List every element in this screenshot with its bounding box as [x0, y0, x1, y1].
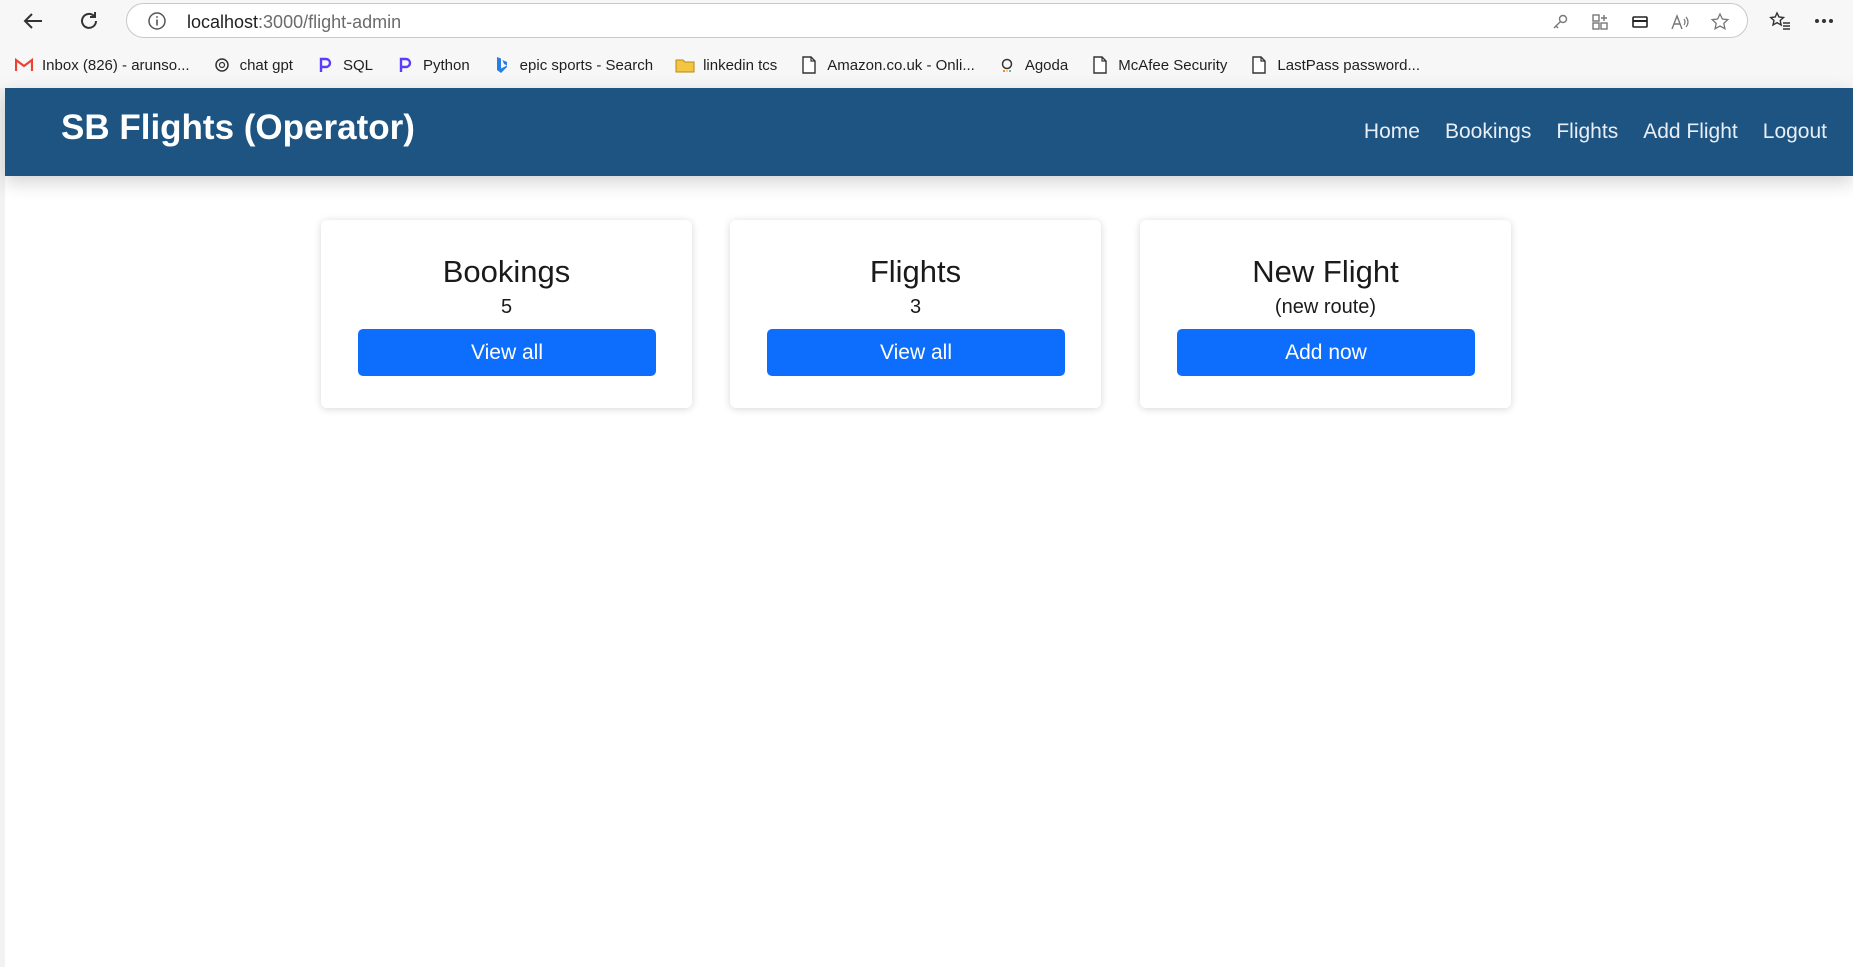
key-icon[interactable] — [1547, 9, 1573, 35]
read-aloud-icon[interactable] — [1667, 9, 1693, 35]
bookmark-label: linkedin tcs — [703, 56, 778, 74]
nav-logout[interactable]: Logout — [1763, 120, 1827, 144]
url-host: localhost — [187, 12, 259, 32]
window-edge — [0, 88, 5, 967]
bookmark-label: Python — [422, 56, 470, 74]
navbar: SB Flights (Operator) Home Bookings Flig… — [5, 88, 1853, 176]
bookmark-item[interactable]: Inbox (826) - arunso... — [14, 55, 190, 75]
flights-card: Flights 3 View all — [730, 220, 1101, 408]
nav-home[interactable]: Home — [1364, 120, 1420, 144]
openai-icon — [212, 55, 232, 75]
bookmark-label: chat gpt — [239, 56, 293, 74]
add-now-button[interactable]: Add now — [1177, 329, 1475, 376]
back-arrow-icon[interactable] — [18, 6, 48, 36]
refresh-icon[interactable] — [74, 6, 104, 36]
page-icon — [1090, 55, 1110, 75]
address-bar[interactable]: localhost:3000/flight-admin — [126, 3, 1748, 38]
browser-toolbar: localhost:3000/flight-admin — [0, 0, 1853, 42]
bookmark-item[interactable]: McAfee Security — [1090, 55, 1227, 75]
bookmark-item[interactable]: Amazon.co.uk - Onli... — [799, 55, 975, 75]
bookmark-label: LastPass password... — [1277, 56, 1420, 74]
url-path: :3000/flight-admin — [258, 12, 402, 32]
favorites-icon[interactable] — [1765, 6, 1795, 36]
card-icon[interactable] — [1627, 9, 1653, 35]
bookmark-label: Inbox (826) - arunso... — [42, 56, 190, 74]
info-icon[interactable] — [147, 11, 167, 36]
folder-icon — [675, 55, 695, 75]
url-text: localhost:3000/flight-admin — [187, 12, 401, 33]
p-logo-icon — [395, 55, 415, 75]
bookings-card: Bookings 5 View all — [321, 220, 692, 408]
brand-title[interactable]: SB Flights (Operator) — [61, 108, 415, 148]
bookmark-item[interactable]: LastPass password... — [1249, 55, 1420, 75]
view-all-bookings-button[interactable]: View all — [358, 329, 656, 376]
nav-add-flight[interactable]: Add Flight — [1643, 120, 1738, 144]
apps-icon[interactable] — [1587, 9, 1613, 35]
bookmark-label: SQL — [342, 56, 373, 74]
bookmarks-bar: Inbox (826) - arunso... chat gpt SQL Python… — [0, 42, 1853, 88]
bookmark-label: Amazon.co.uk - Onli... — [827, 56, 975, 74]
bookmark-label: epic sports - Search — [519, 56, 654, 74]
p-logo-icon — [315, 55, 335, 75]
page-icon — [799, 55, 819, 75]
bookmark-item[interactable]: SQL — [315, 55, 373, 75]
bookmark-item[interactable]: Agoda — [997, 55, 1068, 75]
star-icon[interactable] — [1707, 9, 1733, 35]
agoda-icon — [997, 55, 1017, 75]
flights-count: 3 — [909, 296, 922, 318]
view-all-flights-button[interactable]: View all — [767, 329, 1065, 376]
card-title: Flights — [869, 254, 962, 289]
new-flight-card: New Flight (new route) Add now — [1140, 220, 1511, 408]
more-menu-icon[interactable] — [1809, 6, 1839, 36]
nav-bookings[interactable]: Bookings — [1445, 120, 1531, 144]
bookmark-label: McAfee Security — [1118, 56, 1228, 74]
bookings-count: 5 — [500, 296, 513, 318]
bookmark-item[interactable]: linkedin tcs — [675, 55, 777, 75]
card-title: New Flight — [1252, 254, 1399, 289]
card-title: Bookings — [442, 254, 571, 289]
bookmark-item[interactable]: Python — [395, 55, 470, 75]
nav-flights[interactable]: Flights — [1556, 120, 1618, 144]
bookmark-label: Agoda — [1024, 56, 1069, 74]
page-icon — [1249, 55, 1269, 75]
bookmark-item[interactable]: epic sports - Search — [492, 55, 653, 75]
gmail-icon — [14, 55, 34, 75]
bookmark-item[interactable]: chat gpt — [212, 55, 293, 75]
new-flight-subtitle: (new route) — [1274, 296, 1377, 318]
nav-links: Home Bookings Flights Add Flight Logout — [1364, 120, 1827, 144]
bing-icon — [492, 55, 512, 75]
